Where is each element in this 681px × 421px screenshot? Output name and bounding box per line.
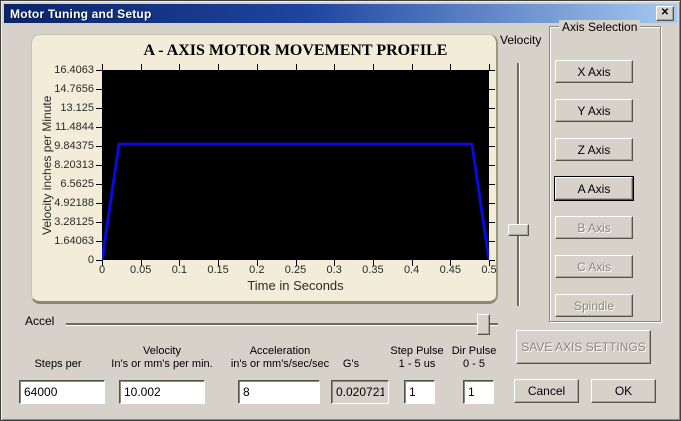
step-pulse-label-line1: Step Pulse bbox=[387, 345, 447, 358]
velocity-slider-thumb[interactable] bbox=[508, 224, 529, 236]
tick-mark bbox=[96, 184, 102, 185]
tick-mark bbox=[373, 260, 374, 266]
y-tick-label: 14.7656 bbox=[34, 83, 94, 95]
chart-title: A - AXIS MOTOR MOVEMENT PROFILE bbox=[102, 42, 489, 60]
axis-selection-group-label: Axis Selection bbox=[559, 20, 640, 34]
step-pulse-label: Step Pulse 1 - 5 us bbox=[387, 345, 447, 371]
x-axis-title: Time in Seconds bbox=[102, 278, 489, 293]
axis-button-z-axis[interactable]: Z Axis bbox=[555, 138, 633, 161]
tick-mark bbox=[412, 64, 413, 70]
save-axis-settings-button[interactable]: SAVE AXIS SETTINGS bbox=[516, 330, 651, 364]
axis-button-c-axis: C Axis bbox=[555, 255, 633, 278]
tick-mark bbox=[96, 146, 102, 147]
tick-mark bbox=[489, 184, 495, 185]
tick-mark bbox=[334, 64, 335, 70]
tick-mark bbox=[489, 64, 490, 70]
tick-mark bbox=[96, 108, 102, 109]
tick-mark bbox=[141, 64, 142, 70]
tick-mark bbox=[296, 64, 297, 70]
tick-mark bbox=[334, 260, 335, 266]
steps-per-input[interactable] bbox=[19, 380, 105, 404]
plot-area bbox=[102, 70, 489, 260]
tick-mark bbox=[296, 260, 297, 266]
y-tick-label: 16.4063 bbox=[34, 64, 94, 76]
tick-mark bbox=[489, 165, 495, 166]
velocity-profile-line bbox=[102, 70, 489, 260]
tick-mark bbox=[102, 260, 103, 266]
velocity-field-label-line1: Velocity bbox=[101, 345, 223, 358]
step-pulse-label-line2: 1 - 5 us bbox=[387, 358, 447, 371]
tick-mark bbox=[489, 260, 490, 266]
tick-mark bbox=[450, 260, 451, 266]
tick-mark bbox=[373, 64, 374, 70]
tick-mark bbox=[96, 222, 102, 223]
velocity-input[interactable] bbox=[119, 380, 205, 404]
y-tick-label: 6.5625 bbox=[34, 178, 94, 190]
tick-mark bbox=[489, 108, 495, 109]
tick-mark bbox=[489, 70, 495, 71]
axis-selection-group: Axis Selection X AxisY AxisZ AxisA AxisB… bbox=[549, 26, 661, 322]
gs-readout bbox=[331, 380, 389, 404]
accel-slider-thumb[interactable] bbox=[477, 314, 490, 335]
steps-per-label: Steps per bbox=[18, 358, 98, 371]
y-tick-label: 1.64063 bbox=[34, 235, 94, 247]
tick-mark bbox=[96, 241, 102, 242]
y-tick-label: 8.20313 bbox=[34, 159, 94, 171]
tick-mark bbox=[489, 127, 495, 128]
axis-button-b-axis: B Axis bbox=[555, 216, 633, 239]
tick-mark bbox=[489, 222, 495, 223]
tick-mark bbox=[96, 70, 102, 71]
y-tick-label: 4.92188 bbox=[34, 197, 94, 209]
ok-button[interactable]: OK bbox=[591, 379, 656, 403]
axis-button-y-axis[interactable]: Y Axis bbox=[555, 99, 633, 122]
step-pulse-input[interactable] bbox=[404, 380, 435, 404]
tick-mark bbox=[412, 260, 413, 266]
tick-mark bbox=[489, 89, 495, 90]
gs-label: G's bbox=[321, 358, 381, 371]
motor-tuning-dialog: Motor Tuning and Setup ✕ A - AXIS MOTOR … bbox=[0, 0, 681, 421]
accel-slider-label: Accel bbox=[25, 314, 54, 328]
close-button[interactable]: ✕ bbox=[656, 6, 674, 21]
y-tick-label: 9.84375 bbox=[34, 140, 94, 152]
cancel-button[interactable]: Cancel bbox=[514, 379, 579, 403]
dir-pulse-label-line2: 0 - 5 bbox=[444, 358, 504, 371]
acceleration-field-label-line1: Acceleration bbox=[219, 345, 341, 358]
velocity-field-label-line2: In's or mm's per min. bbox=[101, 358, 223, 371]
dir-pulse-label: Dir Pulse 0 - 5 bbox=[444, 345, 504, 371]
tick-mark bbox=[96, 203, 102, 204]
y-tick-label: 3.28125 bbox=[34, 216, 94, 228]
velocity-slider-track[interactable] bbox=[517, 63, 520, 306]
tick-mark bbox=[218, 260, 219, 266]
tick-mark bbox=[489, 203, 495, 204]
tick-mark bbox=[489, 241, 495, 242]
tick-mark bbox=[96, 89, 102, 90]
velocity-slider-label: Velocity bbox=[500, 33, 541, 47]
axis-button-a-axis[interactable]: A Axis bbox=[555, 177, 633, 200]
acceleration-input[interactable] bbox=[238, 380, 320, 404]
window-title: Motor Tuning and Setup bbox=[10, 7, 152, 21]
velocity-field-label: Velocity In's or mm's per min. bbox=[101, 345, 223, 371]
axis-button-spindle: Spindle bbox=[555, 294, 633, 317]
tick-mark bbox=[257, 64, 258, 70]
tick-mark bbox=[257, 260, 258, 266]
tick-mark bbox=[96, 127, 102, 128]
tick-mark bbox=[450, 64, 451, 70]
tick-mark bbox=[102, 64, 103, 70]
axis-button-x-axis[interactable]: X Axis bbox=[555, 60, 633, 83]
tick-mark bbox=[218, 64, 219, 70]
tick-mark bbox=[489, 146, 495, 147]
tick-mark bbox=[96, 165, 102, 166]
dir-pulse-label-line1: Dir Pulse bbox=[444, 345, 504, 358]
accel-slider-track[interactable] bbox=[66, 323, 498, 326]
y-tick-label: 13.125 bbox=[34, 102, 94, 114]
y-tick-label: 11.4844 bbox=[34, 121, 94, 133]
dir-pulse-input[interactable] bbox=[463, 380, 494, 404]
tick-mark bbox=[179, 64, 180, 70]
tick-mark bbox=[141, 260, 142, 266]
chart-panel: A - AXIS MOTOR MOVEMENT PROFILE Velocity… bbox=[31, 34, 498, 304]
close-icon: ✕ bbox=[661, 7, 669, 18]
tick-mark bbox=[179, 260, 180, 266]
